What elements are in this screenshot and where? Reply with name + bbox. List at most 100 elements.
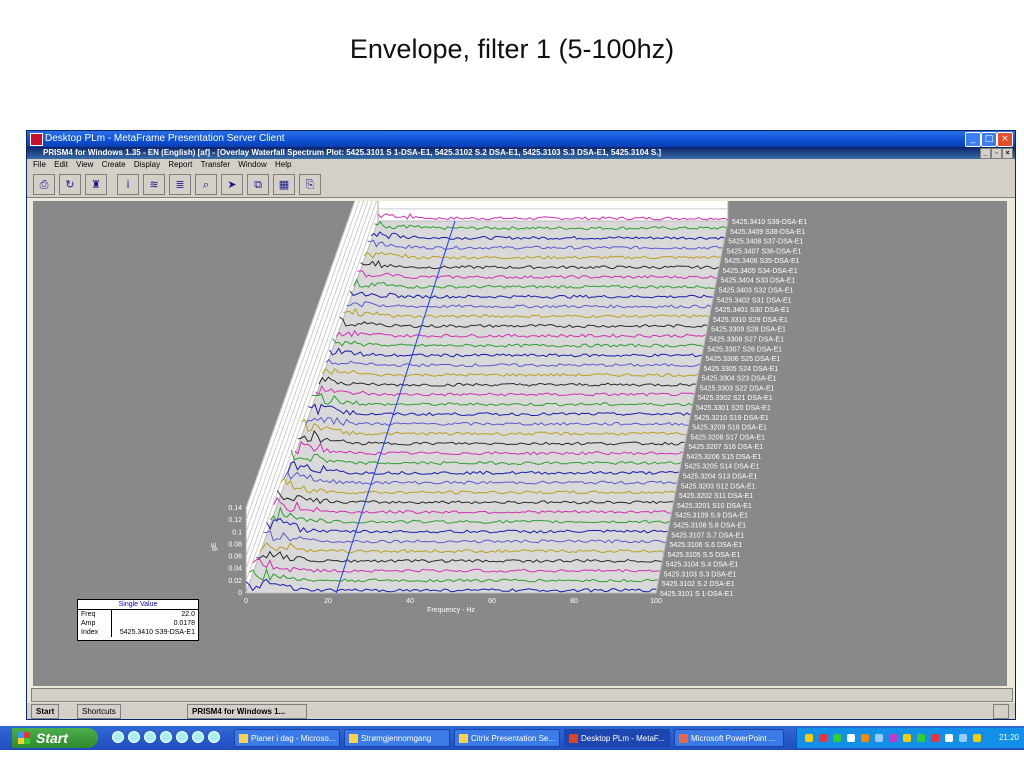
statusbar	[31, 688, 1013, 702]
info-icon[interactable]: i	[117, 174, 139, 195]
tray-icon[interactable]	[861, 734, 869, 742]
series-label: 5425.3303 S22 DSA-E1	[700, 385, 775, 392]
series-label: 5425.3101 S 1-DSA-E1	[660, 591, 733, 598]
plot-area[interactable]: 5425.3410 S39-DSA-E1 5425.3409 S38-DSA-E1…	[33, 135, 1007, 686]
series-label: 5425.3309 S28 DSA-E1	[711, 327, 786, 334]
tray-icon[interactable]	[819, 734, 827, 742]
tray-icon[interactable]	[973, 734, 981, 742]
task-citrix[interactable]: Citrix Presentation Se...	[454, 729, 560, 747]
tray-icon[interactable]	[833, 734, 841, 742]
task-folder-icon	[349, 734, 358, 743]
series-label: 5425.3301 S20 DSA-E1	[696, 405, 771, 412]
maximize-icon[interactable]: □	[981, 132, 997, 147]
series-label: 5425.3104 S.4 DSA-E1	[666, 562, 739, 569]
menu-report[interactable]: Report	[168, 160, 192, 169]
series-label: 5425.3102 S.2 DSA-E1	[662, 581, 735, 588]
tray-icon[interactable]	[889, 734, 897, 742]
task-stromgjennomgang[interactable]: Strømgjennomgang	[344, 729, 450, 747]
freq-value: 22.0	[181, 611, 195, 618]
menu-window[interactable]: Window	[238, 160, 266, 169]
cursor-icon[interactable]: ➤	[221, 174, 243, 195]
menu-display[interactable]: Display	[134, 160, 160, 169]
menu-create[interactable]: Create	[102, 160, 126, 169]
tray-icon[interactable]	[945, 734, 953, 742]
tray-icon[interactable]	[903, 734, 911, 742]
y-axis-label: gE	[211, 542, 218, 551]
task-desktop-plm[interactable]: Desktop PLm - MetaF...	[564, 729, 670, 747]
outer-window-title: Desktop PLm - MetaFrame Presentation Ser…	[45, 133, 285, 144]
menu-file[interactable]: File	[33, 160, 46, 169]
menu-help[interactable]: Help	[275, 160, 291, 169]
task-label: Citrix Presentation Se...	[471, 734, 556, 743]
tray-icon[interactable]	[875, 734, 883, 742]
clock[interactable]: 21:20	[999, 728, 1019, 748]
x-tick-label: 80	[570, 598, 578, 605]
tray-icon[interactable]	[931, 734, 939, 742]
y-tick-label: 0.1	[232, 529, 242, 536]
print-icon[interactable]: ⎘	[299, 174, 321, 195]
tray-icon[interactable]	[847, 734, 855, 742]
task-label: Microsoft PowerPoint ...	[691, 734, 776, 743]
mdi-minimize-icon[interactable]: _	[980, 148, 991, 159]
series-label: 5425.3207 S16 DSA-E1	[688, 444, 763, 451]
table-icon[interactable]: ▦	[273, 174, 295, 195]
citrix-taskbar: Start Shortcuts PRISM4 for Windows 1...	[27, 703, 1015, 719]
series-label: 5425.3206 S15 DSA-E1	[687, 454, 762, 461]
series-label: 5425.3410 S39-DSA-E1	[732, 219, 807, 226]
series-label: 5425.3401 S30 DSA-E1	[715, 307, 790, 314]
close-icon[interactable]: ×	[997, 132, 1013, 147]
series-label: 5425.3406 S35-DSA-E1	[724, 258, 799, 265]
y-tick-label: 0.06	[228, 554, 242, 561]
tray-icon[interactable]	[805, 734, 813, 742]
series-label: 5425.3103 S.3 DSA-E1	[664, 571, 737, 578]
quicklaunch-outlook-icon[interactable]	[128, 731, 140, 743]
task-label: Planer i dag - Microso...	[251, 734, 336, 743]
tray-icon[interactable]	[917, 734, 925, 742]
x-axis-label: Frequency - Hz	[427, 607, 475, 614]
shortcuts-button[interactable]: Shortcuts	[77, 704, 121, 719]
task-planer[interactable]: Planer i dag - Microso...	[234, 729, 340, 747]
citrix-tray-icon[interactable]	[993, 704, 1009, 719]
refresh-icon[interactable]: ↻	[59, 174, 81, 195]
series-label: 5425.3203 S12 DSA-E1	[681, 483, 756, 490]
minimize-icon[interactable]: _	[965, 132, 981, 147]
start-button[interactable]: Start	[12, 728, 98, 748]
single-value-title: Single Value	[78, 600, 198, 610]
task-powerpoint[interactable]: Microsoft PowerPoint ...	[674, 729, 784, 747]
waterfall-icon[interactable]: ≋	[143, 174, 165, 195]
inner-titlebar[interactable]: PRISM4 for Windows 1.35 - EN (English) […	[27, 147, 1015, 159]
mdi-restore-icon[interactable]: ▫	[991, 148, 1002, 159]
series-label: 5425.3108 S.8 DSA-E1	[673, 522, 746, 529]
citrix-start-button[interactable]: Start	[31, 704, 60, 719]
task-label: Desktop PLm - MetaF...	[581, 734, 665, 743]
task-label: Strømgjennomgang	[361, 734, 432, 743]
series-label: 5425.3306 S25 DSA-E1	[705, 356, 780, 363]
menu-edit[interactable]: Edit	[54, 160, 68, 169]
windows-taskbar: Start Planer i dag - Microso... Strømgje…	[0, 726, 1024, 750]
outer-titlebar[interactable]: Desktop PLm - MetaFrame Presentation Ser…	[27, 131, 1015, 147]
series-label: 5425.3109 S.9 DSA-E1	[675, 513, 748, 520]
mdi-close-icon[interactable]: ×	[1002, 148, 1013, 159]
tree-icon[interactable]: ♜	[85, 174, 107, 195]
overlay-icon[interactable]: ⧉	[247, 174, 269, 195]
prism4-task-button[interactable]: PRISM4 for Windows 1...	[187, 704, 307, 719]
series-label: 5425.3208 S17 DSA-E1	[690, 434, 765, 441]
quicklaunch-word-icon[interactable]	[176, 731, 188, 743]
menu-view[interactable]: View	[76, 160, 93, 169]
tray-icon[interactable]	[959, 734, 967, 742]
quicklaunch-excel-icon[interactable]	[192, 731, 204, 743]
quicklaunch-desktop-icon[interactable]	[160, 731, 172, 743]
y-tick-label: 0.14	[228, 505, 242, 512]
menu-transfer[interactable]: Transfer	[201, 160, 231, 169]
slide-title: Envelope, filter 1 (5-100hz)	[349, 34, 675, 64]
spectrum-icon[interactable]: ≣	[169, 174, 191, 195]
windows-logo-icon	[18, 732, 30, 744]
quicklaunch-app-icon[interactable]	[208, 731, 220, 743]
series-label: 5425.3210 S19 DSA-E1	[694, 415, 769, 422]
zoom-icon[interactable]: ⌕	[195, 174, 217, 195]
x-tick-label: 100	[650, 598, 662, 605]
quicklaunch-media-icon[interactable]	[144, 731, 156, 743]
quicklaunch-ie-icon[interactable]	[112, 731, 124, 743]
task-app-icon	[459, 734, 468, 743]
printer-icon[interactable]: ⎙	[33, 174, 55, 195]
